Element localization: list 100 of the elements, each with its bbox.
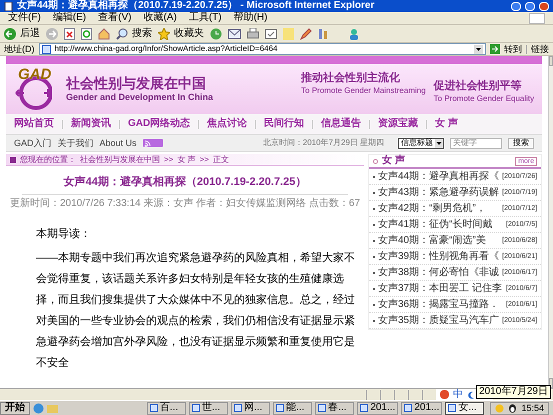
breadcrumb-separator: >> (164, 156, 174, 164)
nav-link[interactable]: GAD网络动态 (128, 119, 190, 129)
taskbar-button[interactable]: 女... (445, 402, 484, 414)
go-arrow-icon[interactable] (490, 44, 500, 54)
slogan-english: To Promote Gender Mainstreaming (301, 86, 426, 96)
sidebar-link[interactable]: 女声35期：质疑宝马汽车广 (378, 316, 500, 326)
dropdown-caret-icon[interactable] (435, 138, 444, 148)
moon-icon[interactable] (467, 390, 475, 398)
window-icon[interactable] (150, 404, 158, 412)
start-button[interactable]: 开始 (0, 402, 30, 414)
clock: 15:54 (521, 404, 544, 412)
search-button[interactable]: 搜索 (116, 28, 152, 40)
taskbar-button[interactable]: 春... (315, 402, 354, 414)
maximize-button[interactable] (525, 2, 535, 10)
sidebar-link[interactable]: 女声44期：避孕真相再探《 (378, 172, 500, 182)
article-meta: 更新时间：2010/7/26 7:33:14 来源：女声 作者：妇女传媒监测网络 点击数：67 (10, 198, 360, 210)
taskbar-button[interactable]: 能... (273, 402, 312, 414)
sidebar-link[interactable]: 女声40期：富豪“闹选”美 (378, 236, 486, 246)
back-button[interactable]: 后退 (4, 28, 40, 40)
slogan-english: To Promote Gender Equality (434, 94, 534, 104)
window-icon[interactable] (192, 404, 200, 412)
sub-nav-link[interactable]: 关于我们 (58, 138, 94, 148)
menu-item[interactable]: 帮助(H) (234, 13, 268, 23)
menu-item[interactable]: 文件(F) (8, 13, 41, 23)
taskbar-button[interactable]: 201... (401, 402, 442, 414)
messenger-icon[interactable] (348, 28, 360, 40)
scrollbar[interactable] (548, 56, 553, 388)
sidebar-link[interactable]: 女声38期：何必寄怕《非诚 (378, 268, 500, 278)
taskbar-button[interactable]: 世... (188, 402, 228, 414)
menu-item[interactable]: 编辑(E) (52, 13, 86, 23)
slogan: 促进社会性别平等 (434, 80, 523, 94)
nav-link[interactable]: 女 声 (435, 119, 458, 129)
sub-nav-link[interactable]: GAD入门 (14, 138, 52, 148)
history-icon[interactable] (210, 28, 222, 40)
search-button[interactable]: 搜索 (508, 138, 534, 148)
window-icon[interactable] (276, 404, 284, 412)
breadcrumb-link[interactable]: 女 声 (177, 156, 196, 164)
document-icon[interactable] (265, 28, 277, 38)
date-text: 北京时间：2010年7月29日 星期四 (262, 139, 384, 147)
nav-link[interactable]: 新闻资讯 (71, 119, 111, 129)
article-title: 女声44期：避孕真相再探（2010.7.19-2.20.7.25） (64, 176, 306, 190)
sidebar-link[interactable]: 女声36期：揭露宝马撞路． (378, 300, 500, 310)
page-icon[interactable] (4, 2, 13, 10)
nav-link[interactable]: 焦点讨论 (207, 119, 248, 129)
star-icon[interactable] (158, 28, 170, 40)
window-icon[interactable] (234, 404, 242, 412)
bullet-icon (10, 156, 16, 162)
slogan: 推动社会性别主流化 (301, 72, 402, 86)
favorites-button[interactable]: 收藏夹 (158, 28, 204, 40)
sidebar-link[interactable]: 女声37期：本田罢工 记住李 (378, 284, 502, 294)
printer-icon[interactable] (247, 28, 259, 39)
nav-link[interactable]: 网站首页 (14, 119, 54, 129)
sidebar-link[interactable]: 女声43期：紧急避孕药误解 (378, 188, 500, 198)
pencil-icon[interactable] (300, 28, 312, 40)
keyword-field[interactable]: 关键字 (450, 138, 502, 148)
stop-icon[interactable] (64, 28, 75, 40)
nav-link[interactable]: 民间行知 (264, 119, 304, 129)
refresh-icon[interactable] (81, 28, 92, 40)
site-name-english: Gender and Development In China (66, 92, 214, 104)
nav-link[interactable]: 资源宝藏 (378, 119, 418, 129)
sidebar-title: 女 声 (382, 156, 405, 166)
sidebar-link[interactable]: 女声41期：征伪“长时间戴 (378, 220, 492, 230)
dropdown-caret-icon[interactable] (474, 44, 483, 54)
window-icon[interactable] (448, 404, 456, 412)
home-icon[interactable] (98, 28, 110, 40)
taskbar-button[interactable]: 百... (146, 402, 186, 414)
window-icon[interactable] (404, 404, 412, 412)
address-label: 地址(D) (4, 44, 34, 54)
rss-icon[interactable] (142, 139, 163, 147)
sidebar-link[interactable]: 女声39期：性别视角再看《 (378, 252, 500, 262)
article-paragraph: ——本期专题中我们再次追究紧急避孕药的风险真相，希望大家不会觉得重复，该话题关系许多妇女特别是年轻女孩的生殖健康选择，而且我们搜集提供了大众媒体中不见的独家信息。总之，经过对美国的一些专业协会的观点的检索，我们仍相信没有证据显示紧急避孕药会增加宫外孕风险，也没有证据显示频繁和重复使用它是不安全 (36, 250, 356, 371)
nav-link[interactable]: 信息通告 (321, 119, 362, 129)
menu-item[interactable]: 查看(V) (98, 13, 132, 23)
breadcrumb-label: 您现在的位置： (20, 156, 76, 164)
date-tooltip: 2010年7月29日 (476, 385, 551, 399)
search-scope-select[interactable]: 信息标题 (398, 138, 444, 148)
site-name: 社会性别与发展在中国 (66, 74, 207, 92)
window-icon[interactable] (318, 404, 326, 412)
go-button[interactable]: 转到 (490, 44, 522, 54)
taskbar-button[interactable]: 网... (230, 402, 270, 414)
breadcrumb-link[interactable]: 正文 (212, 156, 229, 164)
back-arrow-icon[interactable] (4, 28, 16, 40)
links-button[interactable]: 链接 (526, 44, 549, 54)
address-field[interactable]: http://www.china-gad.org/Infor/ShowArticle.asp?ArticleID=6464 (38, 43, 486, 55)
ime-mode-text: 中 (453, 390, 463, 400)
sidebar-link[interactable]: 女声42期：“剩男危机”， (378, 204, 486, 214)
page-icon[interactable] (42, 44, 50, 54)
breadcrumb-link[interactable]: 社会性别与发展在中国 (80, 156, 160, 164)
menu-item[interactable]: 工具(T) (188, 13, 222, 23)
window-icon[interactable] (360, 404, 368, 412)
mail-icon[interactable] (228, 28, 241, 38)
breadcrumb-separator: >> (200, 156, 209, 164)
sub-nav-link[interactable]: About Us (100, 138, 137, 148)
penguin-icon[interactable] (508, 404, 518, 412)
taskbar-button[interactable]: 201... (357, 402, 398, 414)
intro-heading: 本期导读： (36, 228, 92, 242)
menu-item[interactable]: 收藏(A) (143, 13, 177, 23)
close-button[interactable] (539, 2, 549, 10)
minimize-button[interactable] (511, 2, 521, 10)
magnifier-icon[interactable] (116, 28, 128, 40)
